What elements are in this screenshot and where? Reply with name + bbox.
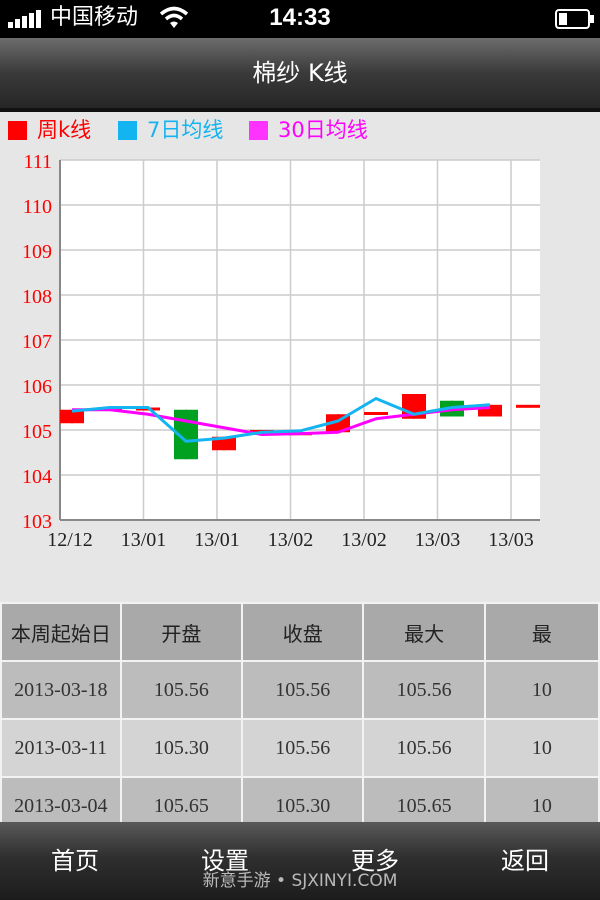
table-cell: 105.56: [362, 718, 486, 778]
table-row[interactable]: 2013-03-04 105.65 105.30 105.65 10: [0, 776, 600, 822]
y-tick-label: 110: [23, 196, 52, 218]
column-header: 开盘: [119, 602, 244, 662]
x-tick-label: 13/01: [194, 529, 240, 551]
y-tick-label: 111: [23, 151, 52, 173]
status-bar: 中国移动 14:33: [0, 0, 600, 38]
column-header: 最: [483, 602, 600, 662]
x-tick-label: 13/02: [341, 529, 387, 551]
y-tick-label: 105: [22, 421, 52, 443]
y-tick-label: 106: [22, 376, 52, 398]
column-header: 收盘: [241, 602, 365, 662]
table-header-row: 本周起始日 开盘 收盘 最大 最: [0, 602, 600, 662]
y-tick-label: 104: [22, 466, 52, 488]
table-cell: 105.30: [119, 718, 244, 778]
table-cell: 105.56: [362, 660, 486, 720]
k-line-chart: 10310410510610710810911011112/12 13/01 13/…: [22, 151, 540, 551]
x-tick-label: 12/12: [47, 529, 93, 551]
candle-body: [516, 404, 540, 408]
weekly-data-table[interactable]: 本周起始日 开盘 收盘 最大 最 2013-03-18 105.56 105.5…: [0, 602, 600, 822]
y-tick-label: 107: [22, 331, 52, 353]
x-tick-label: 13/01: [121, 529, 167, 551]
x-tick-label: 13/03: [415, 529, 461, 551]
y-tick-label: 109: [22, 241, 52, 263]
table-cell: 10: [483, 776, 600, 822]
table-cell: 10: [483, 660, 600, 720]
table-cell: 105.56: [241, 718, 365, 778]
table-row[interactable]: 2013-03-11 105.30 105.56 105.56 10: [0, 718, 600, 778]
table-cell: 105.56: [241, 660, 365, 720]
battery-icon: [555, 9, 594, 29]
table-cell: 105.30: [241, 776, 365, 822]
watermark: 新意手游 • SJXINYI.COM: [202, 871, 398, 891]
column-header: 本周起始日: [0, 602, 122, 662]
table-cell: 105.56: [119, 660, 244, 720]
table-cell: 2013-03-11: [0, 718, 122, 778]
candle-body: [364, 412, 388, 415]
table-cell: 10: [483, 718, 600, 778]
column-header: 最大: [362, 602, 486, 662]
nav-bar: 棉纱 K线: [0, 38, 600, 110]
table-cell: 2013-03-04: [0, 776, 122, 822]
x-tick-label: 13/02: [268, 529, 314, 551]
x-tick-label: 13/03: [488, 529, 534, 551]
status-time: 14:33: [269, 4, 331, 31]
y-tick-label: 108: [22, 286, 52, 308]
page-title: 棉纱 K线: [252, 59, 348, 87]
table-cell: 105.65: [119, 776, 244, 822]
table-cell: 105.65: [362, 776, 486, 822]
table-cell: 2013-03-18: [0, 660, 122, 720]
table-row[interactable]: 2013-03-18 105.56 105.56 105.56 10: [0, 660, 600, 720]
